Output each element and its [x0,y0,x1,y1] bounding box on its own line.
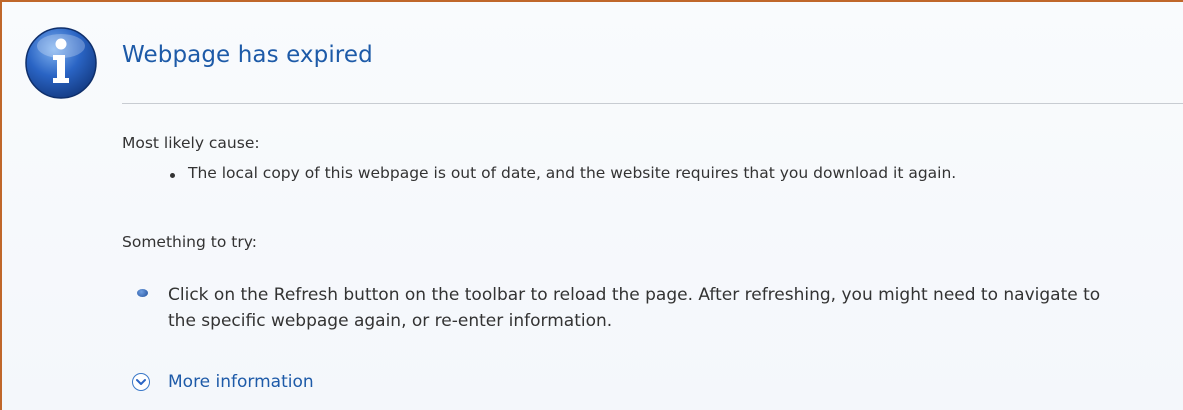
list-bullet [170,173,175,178]
try-label: Something to try: [122,233,257,251]
error-page: Webpage has expired Most likely cause: T… [0,0,1183,410]
divider [122,103,1183,104]
cause-label: Most likely cause: [122,134,260,152]
chevron-down-icon[interactable] [132,373,150,391]
try-item: Click on the Refresh button on the toolb… [168,285,1101,331]
more-information-link[interactable]: More information [132,372,314,392]
page-title: Webpage has expired [122,42,373,68]
cause-item: The local copy of this webpage is out of… [188,164,957,182]
info-icon [25,27,97,99]
more-information-label[interactable]: More information [168,372,314,392]
bullet-icon [137,289,148,297]
